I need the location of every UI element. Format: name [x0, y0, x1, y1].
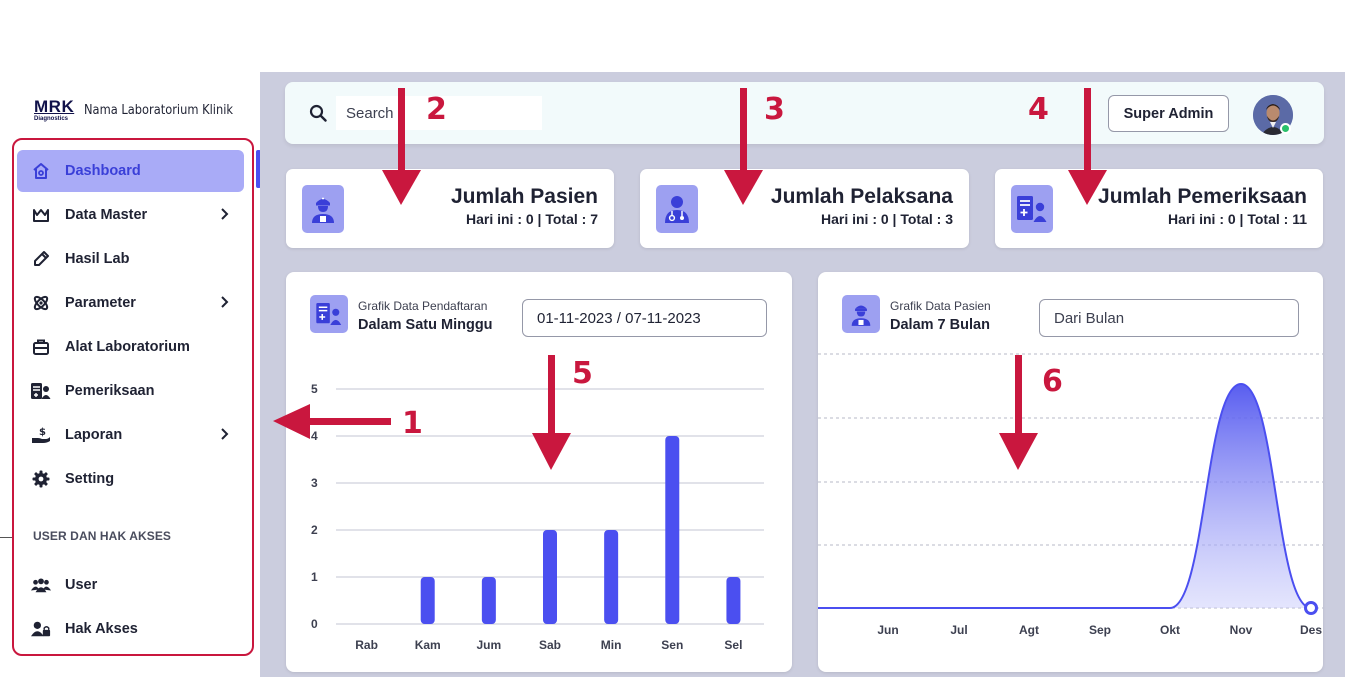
sidebar-item-setting[interactable]: Setting — [17, 458, 244, 500]
chevron-right-icon — [216, 206, 232, 222]
x-tick-label: Jul — [950, 623, 967, 637]
annotation-label-3: 3 — [764, 92, 785, 127]
annotation-label-6: 6 — [1042, 364, 1063, 399]
chevron-right-icon — [216, 426, 232, 442]
x-tick-label: Okt — [1160, 623, 1180, 637]
stat-card-pelaksana: Jumlah Pelaksana Hari ini : 0 | Total : … — [640, 169, 969, 248]
sidebar-item-pemeriksaan[interactable]: Pemeriksaan — [17, 370, 244, 412]
stat-title: Jumlah Pemeriksaan — [1098, 185, 1307, 208]
x-tick-label: Agt — [1019, 623, 1039, 637]
lab-name: Nama Laboratorium Klinik — [84, 102, 234, 118]
stat-card-pemeriksaan: Jumlah Pemeriksaan Hari ini : 0 | Total … — [995, 169, 1323, 248]
y-tick-label: 0 — [311, 617, 318, 631]
bar — [420, 577, 435, 624]
stat-title: Jumlah Pasien — [450, 185, 598, 208]
x-tick-label: Sel — [724, 638, 742, 652]
sidebar-item-alat-laboratorium[interactable]: Alat Laboratorium — [17, 326, 244, 368]
sidebar-item-hasil-lab[interactable]: Hasil Lab — [17, 238, 244, 280]
sidebar-item-laporan[interactable]: $ Laporan — [17, 414, 244, 456]
sidebar-item-label: Data Master — [65, 207, 148, 223]
gear-icon — [31, 469, 51, 489]
data-point — [1304, 601, 1318, 615]
search-icon — [309, 104, 327, 122]
y-tick-label: 2 — [311, 523, 318, 537]
crown-icon — [31, 205, 51, 225]
sidebar-item-label: Alat Laboratorium — [65, 339, 190, 355]
atom-icon — [31, 293, 51, 313]
x-tick-label: Jum — [477, 638, 502, 652]
sidebar-item-parameter[interactable]: Parameter — [17, 282, 244, 324]
x-tick-label: Des — [1300, 623, 1322, 637]
users-icon — [31, 575, 51, 595]
brand-logo: MRK Diagnostics — [34, 98, 74, 122]
home-icon — [31, 161, 51, 181]
annotation-label-4: 4 — [1028, 92, 1049, 127]
sidebar-item-label: Hak Akses — [65, 621, 138, 637]
svg-text:$: $ — [39, 427, 46, 438]
sidebar-item-label: User — [65, 577, 98, 593]
bar — [543, 530, 557, 624]
y-tick-label: 3 — [311, 476, 318, 490]
bar — [665, 436, 680, 624]
annotation-label-5: 5 — [572, 356, 593, 391]
x-tick-label: Sep — [1089, 623, 1111, 637]
sidebar-item-user[interactable]: User — [17, 564, 244, 606]
sidebar-item-dashboard[interactable]: Dashboard — [17, 150, 244, 192]
sidebar-item-data-master[interactable]: Data Master — [17, 194, 244, 236]
stat-card-pasien: Jumlah Pasien Hari ini : 0 | Total : 7 — [286, 169, 614, 248]
hand-dollar-icon: $ — [31, 425, 51, 445]
sidebar-item-label: Hasil Lab — [65, 251, 130, 267]
bar — [726, 577, 741, 624]
sidebar-item-label: Setting — [65, 471, 115, 487]
x-tick-label: Rab — [355, 638, 378, 652]
pen-icon — [31, 249, 51, 269]
area-chart: Jun Jul Agt Sep Okt Nov Des — [818, 353, 1323, 637]
bar — [481, 577, 496, 624]
y-tick-label: 4 — [311, 429, 318, 443]
chart-card-pasien: Grafik Data Pasien Dalam 7 Bulan JunJulA… — [818, 272, 1323, 672]
briefcase-icon — [31, 337, 51, 357]
role-button[interactable]: Super Admin — [1108, 95, 1229, 132]
annotation-label-1: 1 — [402, 406, 423, 441]
sidebar-item-label: Laporan — [65, 427, 123, 443]
stethoscope-icon — [656, 185, 698, 233]
x-tick-label: Sen — [661, 638, 683, 652]
annotation-label-2: 2 — [426, 92, 447, 127]
x-tick-label: Jun — [877, 623, 898, 637]
stat-subtitle: Hari ini : 0 | Total : 3 — [820, 211, 953, 227]
x-tick-label: Nov — [1230, 623, 1253, 637]
sidebar-item-label: Parameter — [65, 295, 136, 311]
sidebar-item-label: Pemeriksaan — [65, 383, 155, 399]
sidebar-item-label: Dashboard — [65, 163, 141, 179]
logo-subtext: Diagnostics — [34, 116, 69, 122]
x-tick-label: Kam — [415, 638, 441, 652]
screen: MRK Diagnostics Nama Laboratorium Klinik… — [0, 0, 1345, 677]
online-status-dot — [1280, 123, 1291, 134]
sidebar-section-title: USER DAN HAK AKSES — [33, 529, 172, 543]
stat-subtitle: Hari ini : 0 | Total : 7 — [465, 211, 598, 227]
bar-chart: 0 1 2 3 4 5 Rab Kam Jum Sab Min Sen Sel — [311, 382, 764, 652]
x-tick-label: Min — [601, 638, 622, 652]
y-tick-label: 1 — [311, 570, 318, 584]
logo-text: MRK — [34, 97, 75, 116]
bar — [604, 530, 619, 624]
doctor-icon — [302, 185, 344, 233]
y-tick-label: 5 — [311, 382, 318, 396]
stat-subtitle: Hari ini : 0 | Total : 11 — [1167, 211, 1307, 227]
id-card-icon — [31, 381, 51, 401]
id-card-icon — [1011, 185, 1053, 233]
sidebar-item-hak-akses[interactable]: Hak Akses — [17, 608, 244, 650]
divider-line — [0, 537, 12, 538]
brand: MRK Diagnostics Nama Laboratorium Klinik — [34, 98, 254, 122]
stat-title: Jumlah Pelaksana — [770, 185, 953, 208]
chevron-right-icon — [216, 294, 232, 310]
chart-card-pendaftaran: Grafik Data Pendaftaran Dalam Satu Mingg… — [286, 272, 792, 672]
user-lock-icon — [31, 619, 51, 639]
x-tick-label: Sab — [539, 638, 561, 652]
